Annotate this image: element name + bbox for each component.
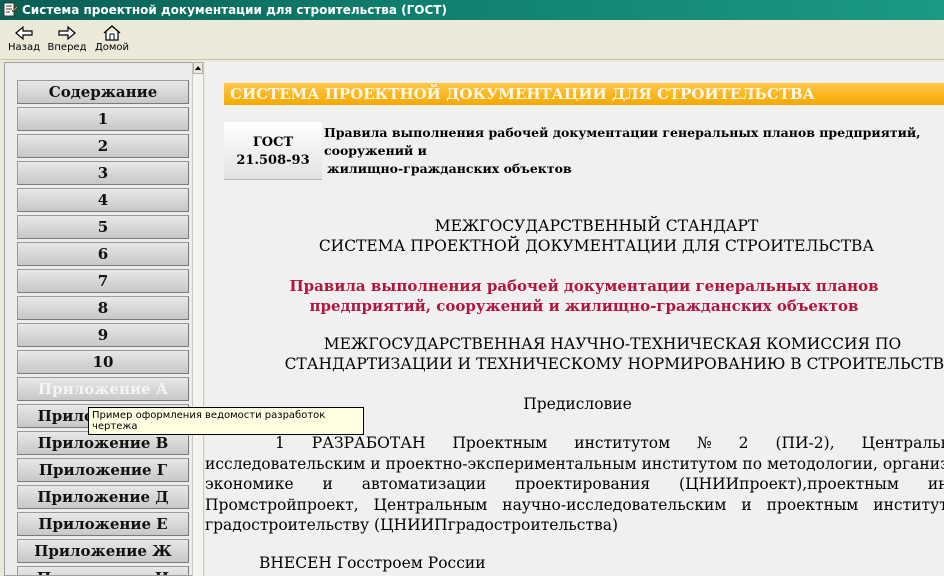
- nav-item-4[interactable]: 4: [17, 188, 189, 212]
- home-label: Домой: [94, 42, 130, 53]
- paragraph-line: ВНЕСЕН Госстроем России: [259, 554, 486, 572]
- gost-title-line: жилищно-гражданских объектов: [327, 161, 572, 176]
- nav-item-7[interactable]: 7: [17, 269, 189, 293]
- gost-title-line: сооружений и: [324, 143, 427, 158]
- document-content: СИСТЕМА ПРОЕКТНОЙ ДОКУМЕНТАЦИИ ДЛЯ СТРОИ…: [205, 62, 944, 576]
- forward-button[interactable]: Вперед: [46, 22, 88, 58]
- nav-item-8[interactable]: 8: [17, 296, 189, 320]
- nav-item-1[interactable]: 1: [17, 107, 189, 131]
- forward-label: Вперед: [47, 42, 87, 53]
- nav-item-9[interactable]: 9: [17, 323, 189, 347]
- commission-line: МЕЖГОСУДАРСТВЕННАЯ НАУЧНО-ТЕХНИЧЕСКАЯ КО…: [323, 335, 902, 353]
- document-icon: [3, 2, 18, 17]
- nav-tooltip: Пример оформления ведомости разработок ч…: [88, 407, 364, 435]
- nav-item-appendix-a[interactable]: Приложение А: [17, 377, 189, 401]
- scroll-up-arrow-icon[interactable]: [193, 62, 203, 74]
- gost-code: ГОСТ 21.508-93: [224, 122, 322, 180]
- commission-line: СТАНДАРТИЗАЦИИ И ТЕХНИЧЕСКОМУ НОРМИРОВАН…: [284, 355, 944, 373]
- red-title-line: Правила выполнения рабочей документации …: [289, 277, 879, 295]
- window-title: Система проектной документации для строи…: [22, 3, 447, 17]
- document-banner: СИСТЕМА ПРОЕКТНОЙ ДОКУМЕНТАЦИИ ДЛЯ СТРОИ…: [224, 83, 944, 105]
- nav-scrollbar[interactable]: [192, 62, 204, 576]
- nav-item-appendix-g[interactable]: Приложение Г: [17, 458, 189, 482]
- nav-item-5[interactable]: 5: [17, 215, 189, 239]
- heading-standard: МЕЖГОСУДАРСТВЕННЫЙ СТАНДАРТ: [434, 217, 759, 235]
- heading-system: СИСТЕМА ПРОЕКТНОЙ ДОКУМЕНТАЦИИ ДЛЯ СТРОИ…: [318, 237, 875, 255]
- gost-title: Правила выполнения рабочей документации …: [324, 124, 944, 178]
- nav-panel: Содержание 1 2 3 4 5 6 7 8 9 10 Приложен…: [4, 62, 192, 576]
- paragraph-line: исследовательским и проектно-эксперимент…: [205, 455, 944, 473]
- paragraph-line: Промстройпроект, Центральным научно-иссл…: [205, 496, 944, 514]
- arrow-left-icon: [15, 25, 33, 41]
- nav-item-appendix-zh[interactable]: Приложение Ж: [17, 539, 189, 563]
- arrow-right-icon: [58, 25, 76, 41]
- gost-title-line: Правила выполнения рабочей документации …: [324, 125, 921, 140]
- nav-item-10[interactable]: 10: [17, 350, 189, 374]
- nav-item-6[interactable]: 6: [17, 242, 189, 266]
- window-title-bar[interactable]: Система проектной документации для строи…: [0, 0, 944, 20]
- nav-item-appendix-d[interactable]: Приложение Д: [17, 485, 189, 509]
- nav-item-3[interactable]: 3: [17, 161, 189, 185]
- home-button[interactable]: Домой: [92, 22, 132, 58]
- back-button[interactable]: Назад: [6, 22, 42, 58]
- paragraph-line: градостроительству (ЦНИИПградостроительс…: [205, 516, 618, 534]
- nav-item-appendix-i[interactable]: Приложение И: [17, 566, 189, 575]
- nav-item-appendix-e[interactable]: Приложение Е: [17, 512, 189, 536]
- home-icon: [103, 25, 121, 41]
- toolbar: Назад Вперед Домой: [0, 20, 944, 60]
- red-title-line: предприятий, сооружений и жилищно-гражда…: [309, 297, 859, 315]
- back-label: Назад: [7, 42, 40, 53]
- paragraph-line: экономике и автоматизации проектирования…: [205, 475, 944, 493]
- paragraph-line: 1 РАЗРАБОТАН Проектным институтом № 2 (П…: [275, 434, 944, 452]
- nav-item-contents[interactable]: Содержание: [17, 80, 189, 104]
- nav-item-2[interactable]: 2: [17, 134, 189, 158]
